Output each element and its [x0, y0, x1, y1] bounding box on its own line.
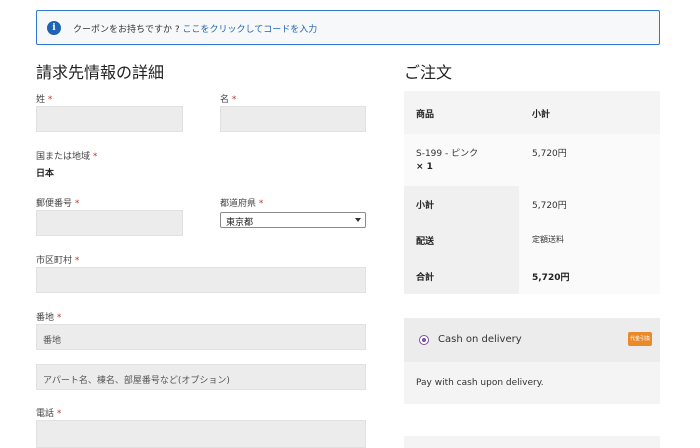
city-input[interactable]	[36, 267, 366, 293]
first-name-label-text: 名	[220, 95, 230, 105]
required-mark: *	[92, 152, 98, 162]
postcode-label-text: 郵便番号	[36, 199, 73, 209]
item-name: S-199 - ピンク	[416, 149, 479, 159]
info-icon: i	[47, 21, 61, 35]
address2-placeholder: アパート名、棟名、部屋番号など(オプション)	[43, 376, 230, 386]
coupon-notice: i クーポンをお持ちですか ? ここをクリックしてコードを入力	[36, 10, 660, 45]
terms-area-partial	[404, 436, 660, 448]
required-mark: *	[56, 409, 62, 419]
required-mark: *	[231, 95, 237, 105]
column-header-product: 商品	[416, 110, 435, 120]
payment-box: Cash on delivery 代金引換 Pay with cash upon…	[404, 318, 660, 404]
item-quantity: × 1	[416, 162, 433, 172]
address1-label: 番地 *	[36, 310, 61, 323]
order-heading: ご注文	[404, 63, 453, 82]
phone-input[interactable]	[36, 420, 366, 448]
required-mark: *	[74, 256, 80, 266]
payment-description: Pay with cash upon delivery.	[416, 378, 544, 388]
cart-item-row: S-199 - ピンク × 1 5,720円	[404, 134, 660, 186]
shipping-label: 配送	[416, 237, 435, 247]
address1-placeholder: 番地	[43, 336, 62, 346]
required-mark: *	[258, 199, 264, 209]
chevron-down-icon	[355, 218, 361, 222]
subtotal-label: 小計	[416, 201, 435, 211]
country-label: 国または地域 *	[36, 149, 97, 162]
cod-badge-icon: 代金引換	[628, 332, 652, 346]
prefecture-selected: 東京都	[226, 218, 254, 228]
total-value: 5,720円	[532, 273, 570, 283]
prefecture-select[interactable]: 東京都	[220, 212, 366, 228]
subtotal-value: 5,720円	[532, 201, 567, 211]
first-name-input[interactable]	[220, 106, 366, 132]
last-name-label-text: 姓	[36, 95, 46, 105]
phone-label: 電話 *	[36, 406, 61, 419]
last-name-label: 姓 *	[36, 92, 52, 105]
postcode-label: 郵便番号 *	[36, 196, 79, 209]
shipping-value: 定額送料	[532, 235, 564, 244]
total-label: 合計	[416, 273, 435, 283]
billing-heading: 請求先情報の詳細	[36, 63, 165, 82]
required-mark: *	[74, 199, 80, 209]
country-label-text: 国または地域	[36, 152, 91, 162]
required-mark: *	[47, 95, 53, 105]
coupon-question: クーポンをお持ちですか ?	[73, 25, 183, 35]
column-header-subtotal: 小計	[532, 110, 551, 120]
prefecture-label: 都道府県 *	[220, 196, 263, 209]
country-value: 日本	[36, 169, 55, 179]
address1-label-text: 番地	[36, 313, 55, 323]
required-mark: *	[56, 313, 62, 323]
coupon-link[interactable]: ここをクリックしてコードを入力	[183, 25, 318, 35]
phone-label-text: 電話	[36, 409, 55, 419]
order-review-table: 商品 小計 S-199 - ピンク × 1 5,720円 小計 5,720円 配…	[404, 91, 660, 294]
prefecture-label-text: 都道府県	[220, 199, 257, 209]
payment-radio[interactable]	[419, 335, 429, 345]
payment-method-name: Cash on delivery	[438, 334, 522, 345]
address2-input[interactable]: アパート名、棟名、部屋番号など(オプション)	[36, 364, 366, 390]
address1-input[interactable]: 番地	[36, 324, 366, 350]
payment-method-option[interactable]: Cash on delivery 代金引換	[404, 318, 660, 362]
city-label-text: 市区町村	[36, 256, 73, 266]
last-name-input[interactable]	[36, 106, 183, 132]
city-label: 市区町村 *	[36, 253, 79, 266]
postcode-input[interactable]	[36, 210, 183, 236]
table-header-row: 商品 小計	[404, 91, 660, 134]
item-total: 5,720円	[532, 149, 567, 159]
first-name-label: 名 *	[220, 92, 236, 105]
coupon-message: クーポンをお持ちですか ? ここをクリックしてコードを入力	[73, 22, 317, 35]
